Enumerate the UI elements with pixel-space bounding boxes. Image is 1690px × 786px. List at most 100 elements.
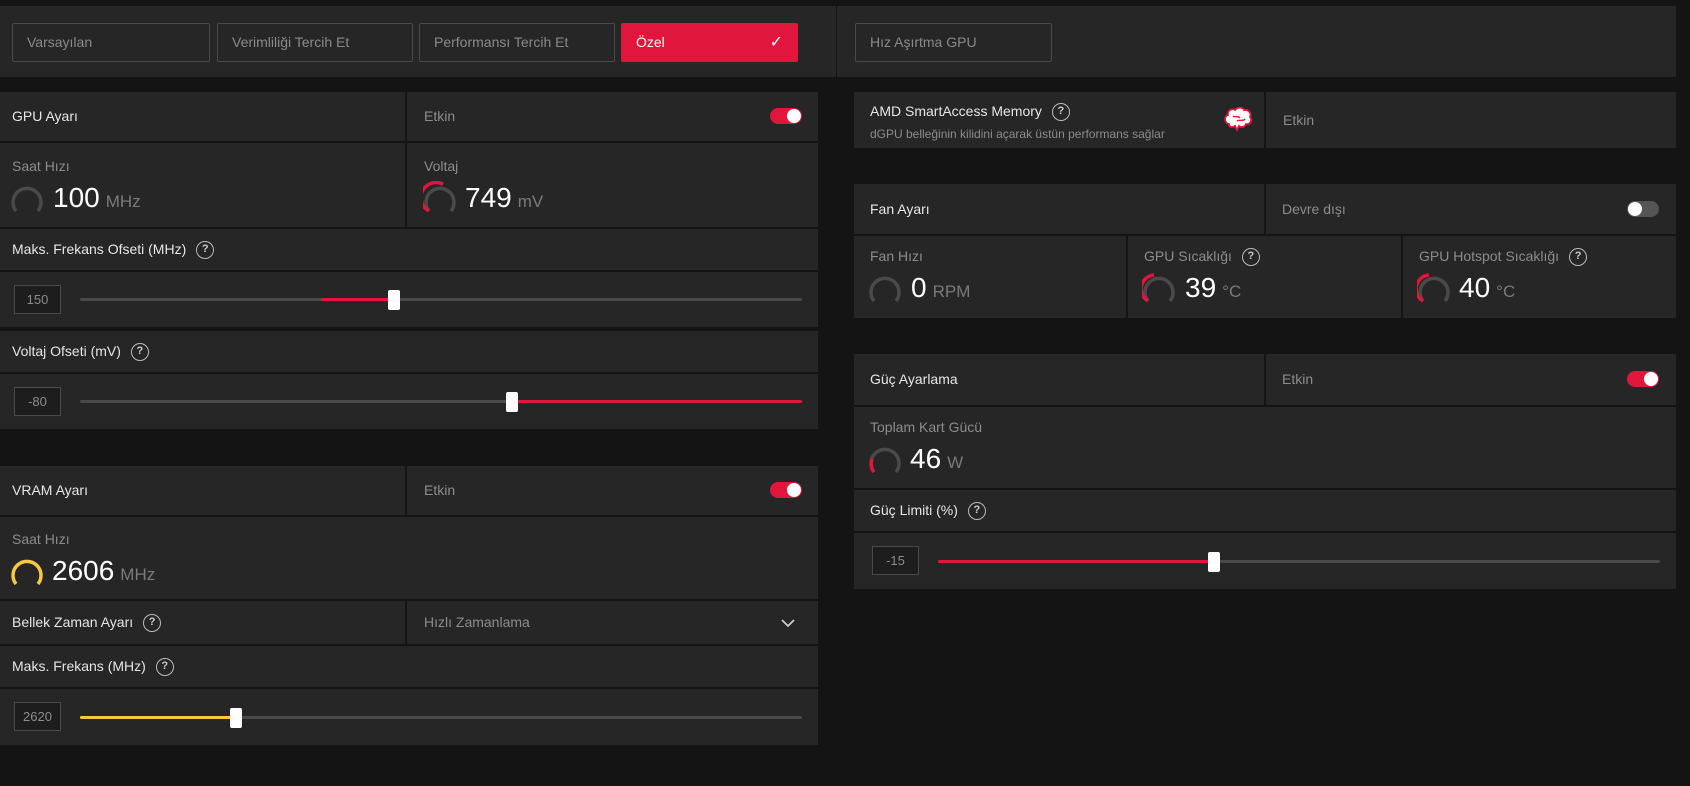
- help-icon[interactable]: ?: [130, 343, 149, 362]
- power-limit-label: Güç Limiti (%)?: [870, 502, 986, 521]
- memory-timing-row: Bellek Zaman Ayarı? Hızlı Zamanlama: [0, 601, 818, 644]
- fan-speed-gauge-icon: [869, 276, 901, 303]
- gpu-clock-label: Saat Hızı: [12, 158, 70, 174]
- vram-max-freq-input[interactable]: 2620: [14, 702, 61, 731]
- sam-title: AMD SmartAccess Memory?: [870, 103, 1070, 122]
- help-icon[interactable]: ?: [196, 241, 215, 260]
- vram-max-freq-slider-row: 2620: [0, 689, 818, 745]
- gpu-temp-readout: 39 °C: [1185, 272, 1241, 304]
- gpu-metrics-row: Saat Hızı 100 MHz Voltaj 749 mV: [0, 143, 818, 227]
- preset-efficiency-button[interactable]: Verimliliği Tercih Et: [217, 23, 413, 62]
- sam-row: AMD SmartAccess Memory? dGPU belleğinin …: [854, 92, 1676, 148]
- max-freq-offset-slider-thumb[interactable]: [388, 290, 400, 310]
- vram-max-freq-header: Maks. Frekans (MHz)?: [0, 646, 818, 687]
- help-icon[interactable]: ?: [967, 502, 986, 521]
- power-tuning-state: Etkin: [1282, 371, 1314, 387]
- divider: [1264, 184, 1266, 234]
- power-limit-input[interactable]: -15: [872, 546, 919, 575]
- hotspot-temp-gauge-icon: [1417, 273, 1450, 303]
- power-tuning-toggle[interactable]: [1627, 371, 1659, 387]
- check-icon: ✓: [769, 34, 783, 51]
- help-icon[interactable]: ?: [1241, 248, 1260, 267]
- power-limit-slider-fill: [938, 560, 1214, 563]
- voltage-offset-label: Voltaj Ofseti (mV)?: [12, 343, 149, 362]
- voltage-unit: mV: [517, 192, 544, 211]
- voltage-offset-slider-fill: [512, 400, 802, 403]
- divider: [1126, 236, 1128, 318]
- fan-tuning-toggle[interactable]: [1627, 201, 1659, 217]
- vram-clock-value: 2606: [52, 555, 115, 586]
- hotspot-temp-unit: °C: [1496, 282, 1516, 301]
- gpu-tuning-state: Etkin: [424, 108, 456, 124]
- fan-tuning-title: Fan Ayarı: [870, 201, 930, 217]
- total-power-label: Toplam Kart Gücü: [870, 419, 983, 435]
- power-tuning-header: Güç Ayarlama Etkin: [854, 354, 1676, 405]
- divider: [405, 92, 407, 141]
- gpu-clock-gauge-icon: [11, 186, 43, 213]
- gpu-tuning-header: GPU Ayarı Etkin: [0, 92, 818, 141]
- help-icon[interactable]: ?: [155, 658, 174, 677]
- power-tuning-title: Güç Ayarlama: [870, 371, 958, 387]
- hotspot-temp-label: GPU Hotspot Sıcaklığı?: [1419, 248, 1588, 267]
- preset-performance-button[interactable]: Performansı Tercih Et: [419, 23, 615, 62]
- max-freq-offset-slider-row: 150: [0, 272, 818, 327]
- max-freq-offset-input[interactable]: 150: [14, 285, 61, 314]
- divider: [1264, 354, 1266, 405]
- vram-max-freq-slider-thumb[interactable]: [230, 708, 242, 728]
- brain-icon: [1224, 106, 1253, 132]
- overclock-gpu-button[interactable]: Hız Aşırtma GPU: [855, 23, 1052, 62]
- gpu-clock-value: 100: [53, 182, 100, 213]
- voltage-offset-input[interactable]: -80: [14, 387, 61, 416]
- gpu-temp-unit: °C: [1222, 282, 1242, 301]
- gpu-clock-unit: MHz: [105, 192, 141, 211]
- divider: [405, 143, 407, 227]
- gpu-temp-gauge-icon: [1142, 273, 1175, 303]
- total-power-unit: W: [947, 453, 964, 472]
- help-icon[interactable]: ?: [143, 614, 162, 633]
- gpu-clock-readout: 100 MHz: [53, 182, 141, 214]
- max-freq-offset-slider-track[interactable]: [80, 298, 802, 301]
- memory-timing-dropdown[interactable]: Hızlı Zamanlama: [407, 601, 818, 644]
- voltage-readout: 749 mV: [465, 182, 543, 214]
- fan-speed-readout: 0 RPM: [911, 272, 970, 304]
- chevron-down-icon: [781, 619, 795, 628]
- voltage-offset-header: Voltaj Ofseti (mV)?: [0, 331, 818, 372]
- max-freq-offset-header: Maks. Frekans Ofseti (MHz)?: [0, 229, 818, 270]
- fan-tuning-header: Fan Ayarı Devre dışı: [854, 184, 1676, 234]
- vram-clock-readout: 2606 MHz: [52, 555, 155, 587]
- preset-default-button[interactable]: Varsayılan: [12, 23, 210, 62]
- hotspot-temp-readout: 40 °C: [1459, 272, 1515, 304]
- total-power-readout: 46 W: [910, 443, 963, 475]
- gpu-tuning-toggle[interactable]: [770, 108, 802, 124]
- max-freq-offset-slider-fill: [321, 298, 394, 301]
- preset-bar: Varsayılan Verimliliği Tercih Et Perform…: [0, 6, 1676, 77]
- vram-tuning-state: Etkin: [424, 482, 456, 498]
- gpu-temp-label: GPU Sıcaklığı?: [1144, 248, 1260, 267]
- fan-tuning-state: Devre dışı: [1282, 201, 1346, 217]
- vram-tuning-title: VRAM Ayarı: [12, 482, 88, 498]
- memory-timing-value: Hızlı Zamanlama: [424, 614, 530, 630]
- sam-subtitle: dGPU belleğinin kilidini açarak üstün pe…: [870, 127, 1165, 141]
- help-icon[interactable]: ?: [1569, 248, 1588, 267]
- vram-clock-unit: MHz: [120, 565, 156, 584]
- voltage-value: 749: [465, 182, 512, 213]
- power-limit-slider-thumb[interactable]: [1208, 552, 1220, 572]
- voltage-offset-slider-row: -80: [0, 374, 818, 429]
- divider: [836, 6, 837, 77]
- sam-state: Etkin: [1283, 112, 1315, 128]
- power-limit-slider-row: -15: [854, 533, 1676, 589]
- preset-custom-button[interactable]: Özel ✓: [621, 23, 798, 62]
- gpu-temp-value: 39: [1185, 272, 1217, 303]
- divider: [405, 466, 407, 515]
- voltage-label: Voltaj: [424, 158, 459, 174]
- help-icon[interactable]: ?: [1051, 103, 1070, 122]
- vram-tuning-toggle[interactable]: [770, 482, 802, 498]
- divider: [1401, 236, 1403, 318]
- voltage-offset-slider-thumb[interactable]: [506, 392, 518, 412]
- fan-speed-label: Fan Hızı: [870, 248, 923, 264]
- fan-metrics-row: Fan Hızı 0 RPM GPU Sıcaklığı? 39 °C GPU Ho…: [854, 236, 1676, 318]
- hotspot-temp-value: 40: [1459, 272, 1491, 303]
- total-power-gauge-icon: [869, 447, 901, 474]
- power-limit-header: Güç Limiti (%)?: [854, 490, 1676, 531]
- vram-clock-gauge-icon: [11, 559, 43, 586]
